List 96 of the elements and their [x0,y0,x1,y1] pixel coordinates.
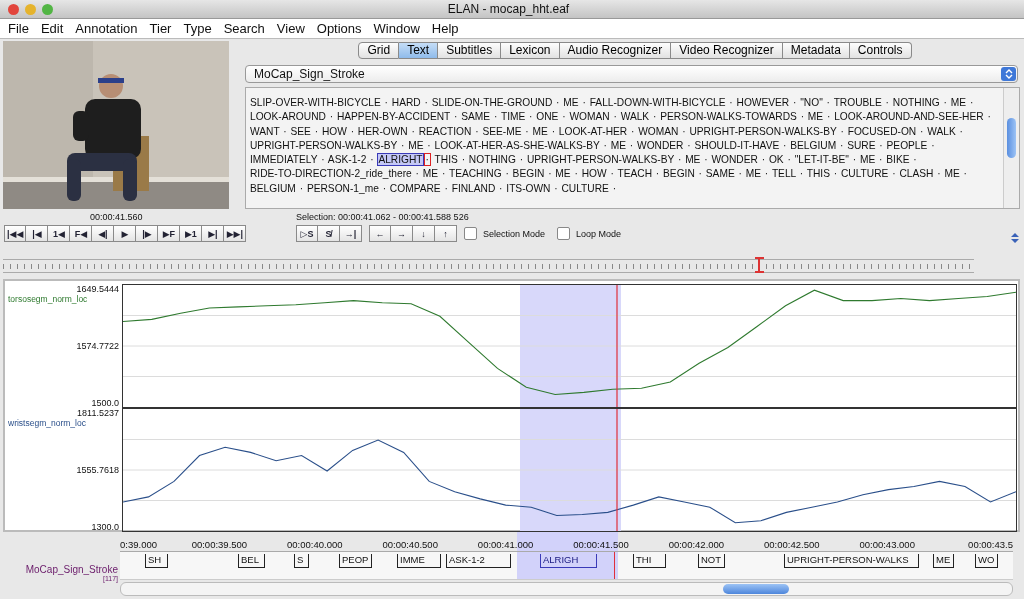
time-label: 00:00:40.500 [382,539,438,550]
time-label: 0:39.000 [120,539,157,550]
annotation[interactable]: S [294,554,309,569]
zoom-icon[interactable] [42,3,53,15]
playhead-line[interactable] [614,552,615,580]
time-label: 00:00:42.500 [764,539,820,550]
annotation[interactable]: PEOP [339,554,372,569]
axis-tick-label: 1574.7722 [76,341,119,351]
axis-tick-label: 1649.5444 [76,284,119,294]
tab[interactable]: Audio Recognizer [559,42,672,59]
player-button[interactable]: F◀ [70,225,93,242]
checkbox[interactable] [557,227,571,240]
annotation-line: WANT · SEE · HOW · HER-OWN · REACTION · SEE-ME · ME · LOOK-AT-HER · WOMAN · UPRIGHT-PERSON-WALKS-BY · FOCUSED-ON · WALK · [250,125,963,137]
annotation[interactable]: WO [975,554,998,569]
scroll-thumb[interactable] [723,584,789,594]
time-code: 00:00:41.560 [90,212,143,222]
player-button[interactable]: ▶1 [180,225,203,242]
player-button[interactable]: ▶| [202,225,225,242]
time-label: 00:00:40.000 [287,539,343,550]
navigation-button[interactable]: ↓ [413,225,435,242]
tab[interactable]: Text [399,42,439,59]
annotation[interactable]: BEL [238,554,265,569]
dropdown-arrow-icon [1001,67,1016,81]
menu-item[interactable]: Window [369,21,428,36]
timeline-ruler[interactable] [3,259,974,273]
annotation[interactable]: IMME [397,554,441,569]
player-button[interactable]: ▶F [158,225,181,242]
checkbox-label: Selection Mode [483,228,546,239]
tier-dropdown[interactable]: MoCap_Sign_Stroke [245,65,1018,83]
current-marker[interactable]: · [423,153,431,167]
tab[interactable]: Subtitles [438,42,502,59]
menu-item[interactable]: Annotation [71,21,146,36]
track-name: wristsegm_norm_loc [8,418,86,428]
axis-tick-label: 1555.7618 [76,465,119,475]
checkbox[interactable] [464,227,477,240]
player-button[interactable]: ◀| [92,225,115,242]
menu-item[interactable]: Type [179,21,220,36]
time-label: 00:00:43.000 [859,539,915,550]
selected-annotation[interactable]: ALRIGHT [377,153,424,167]
player-button[interactable]: |◀ [26,225,49,242]
axis-tick-label: 1500.0 [91,398,119,408]
annotation[interactable]: SH [145,554,168,569]
minimize-icon[interactable] [25,3,36,15]
menu-item[interactable]: File [4,21,37,36]
annotation-line: UPRIGHT-PERSON-WALKS-BY · ME · LOOK-AT-HER-AS-SHE-WALKS-BY · ME · WONDER · SHOULD-IT-HAVE · BELGIUM · SURE · PEOPLE · [250,139,935,151]
selection-button[interactable]: →| [340,225,362,242]
menu-item[interactable]: Edit [36,21,72,36]
tab[interactable]: Metadata [782,42,850,59]
player-button[interactable]: |◀◀ [4,225,27,242]
selection-button[interactable]: S̸ [318,225,340,242]
scrollbar[interactable] [1003,88,1019,208]
time-label: 00:00:42.000 [668,539,725,550]
annotation-line: SLIP-OVER-WITH-BICYCLE · HARD · SLIDE-ON-THE-GROUND · ME · FALL-DOWN-WITH-BICYCLE · HOWEVER · "NO" · TROUBLE · NOTHING · ME · [250,97,974,108]
player-button[interactable]: ▶▶| [224,225,247,242]
navigation-button[interactable]: → [391,225,413,242]
axis-tick-label: 1811.5237 [77,408,119,418]
window-title: ELAN - mocap_hht.eaf [447,2,571,16]
crosshair-marker-icon[interactable] [755,257,764,273]
annotation-line: LOOK-AROUND · HAPPEN-BY-ACCIDENT · SAME · TIME · ONE · WOMAN · WALK · PERSON-WALKS-TOWARDS · ME · LOOK-AROUND-AND-SEE-HER · [250,111,991,123]
selection-info: Selection: 00:00:41.062 - 00:00:41.588 526 [296,212,469,222]
navigation-button[interactable]: ↑ [435,225,457,242]
tier-name[interactable]: MoCap_Sign_Stroke [25,564,118,575]
annotation-line: RIDE-TO-DIRECTION-2_ride_there · ME · TEACHING · BEGIN · ME · HOW · TEACH · BEGIN · SAME · ME · TELL · THIS · CULTURE · CLASH · ME · [250,168,967,180]
player-button[interactable]: ▶ [114,225,137,242]
annotation[interactable]: ALRIGH [540,554,597,569]
player-button[interactable]: 1◀ [48,225,71,242]
menu-item[interactable]: View [272,21,313,36]
annotation-line: THIS · NOTHING · UPRIGHT-PERSON-WALKS-BY · ME · WONDER · OK · "LET-IT-BE" · ME · BIKE · [433,154,917,166]
annotation[interactable]: UPRIGHT-PERSON-WALKS [784,554,919,569]
track-name: torsosegm_norm_loc [8,294,88,304]
menu-item[interactable]: Tier [145,21,180,36]
time-label: 00:00:41.500 [573,539,629,550]
annotation[interactable]: THI [633,554,666,569]
time-label: 00:00:41.000 [477,539,534,550]
time-label: 00:00:43.5 [968,539,1013,550]
checkbox-label: Loop Mode [576,228,622,239]
tab[interactable]: Controls [849,42,912,59]
tab[interactable]: Video Recognizer [671,42,783,59]
menu-item[interactable]: Options [312,21,370,36]
selection-button[interactable]: ▷S [296,225,318,242]
tab[interactable]: Grid [358,42,400,59]
tab[interactable]: Lexicon [501,42,560,59]
horizontal-scrollbar[interactable] [120,582,1013,596]
navigation-button[interactable]: ← [369,225,391,242]
annotation[interactable]: ASK-1-2 [446,554,511,569]
player-button[interactable]: |▶ [136,225,159,242]
annotation[interactable]: ME [933,554,954,569]
annotation[interactable]: NOT [698,554,725,569]
menu-item[interactable]: Help [427,21,467,36]
annotation-line: BELGIUM · PERSON-1_me · COMPARE · FINLAND · ITS-OWN · CULTURE · [250,182,617,194]
annotation-line: IMMEDIATELY · ASK-1-2 · [250,154,375,166]
axis-tick-label: 1300.0 [91,522,119,532]
close-icon[interactable] [8,3,19,15]
menu-item[interactable]: Search [219,21,273,36]
time-label: 00:00:39.500 [191,539,248,550]
expand-collapse-icon[interactable] [1010,232,1020,244]
